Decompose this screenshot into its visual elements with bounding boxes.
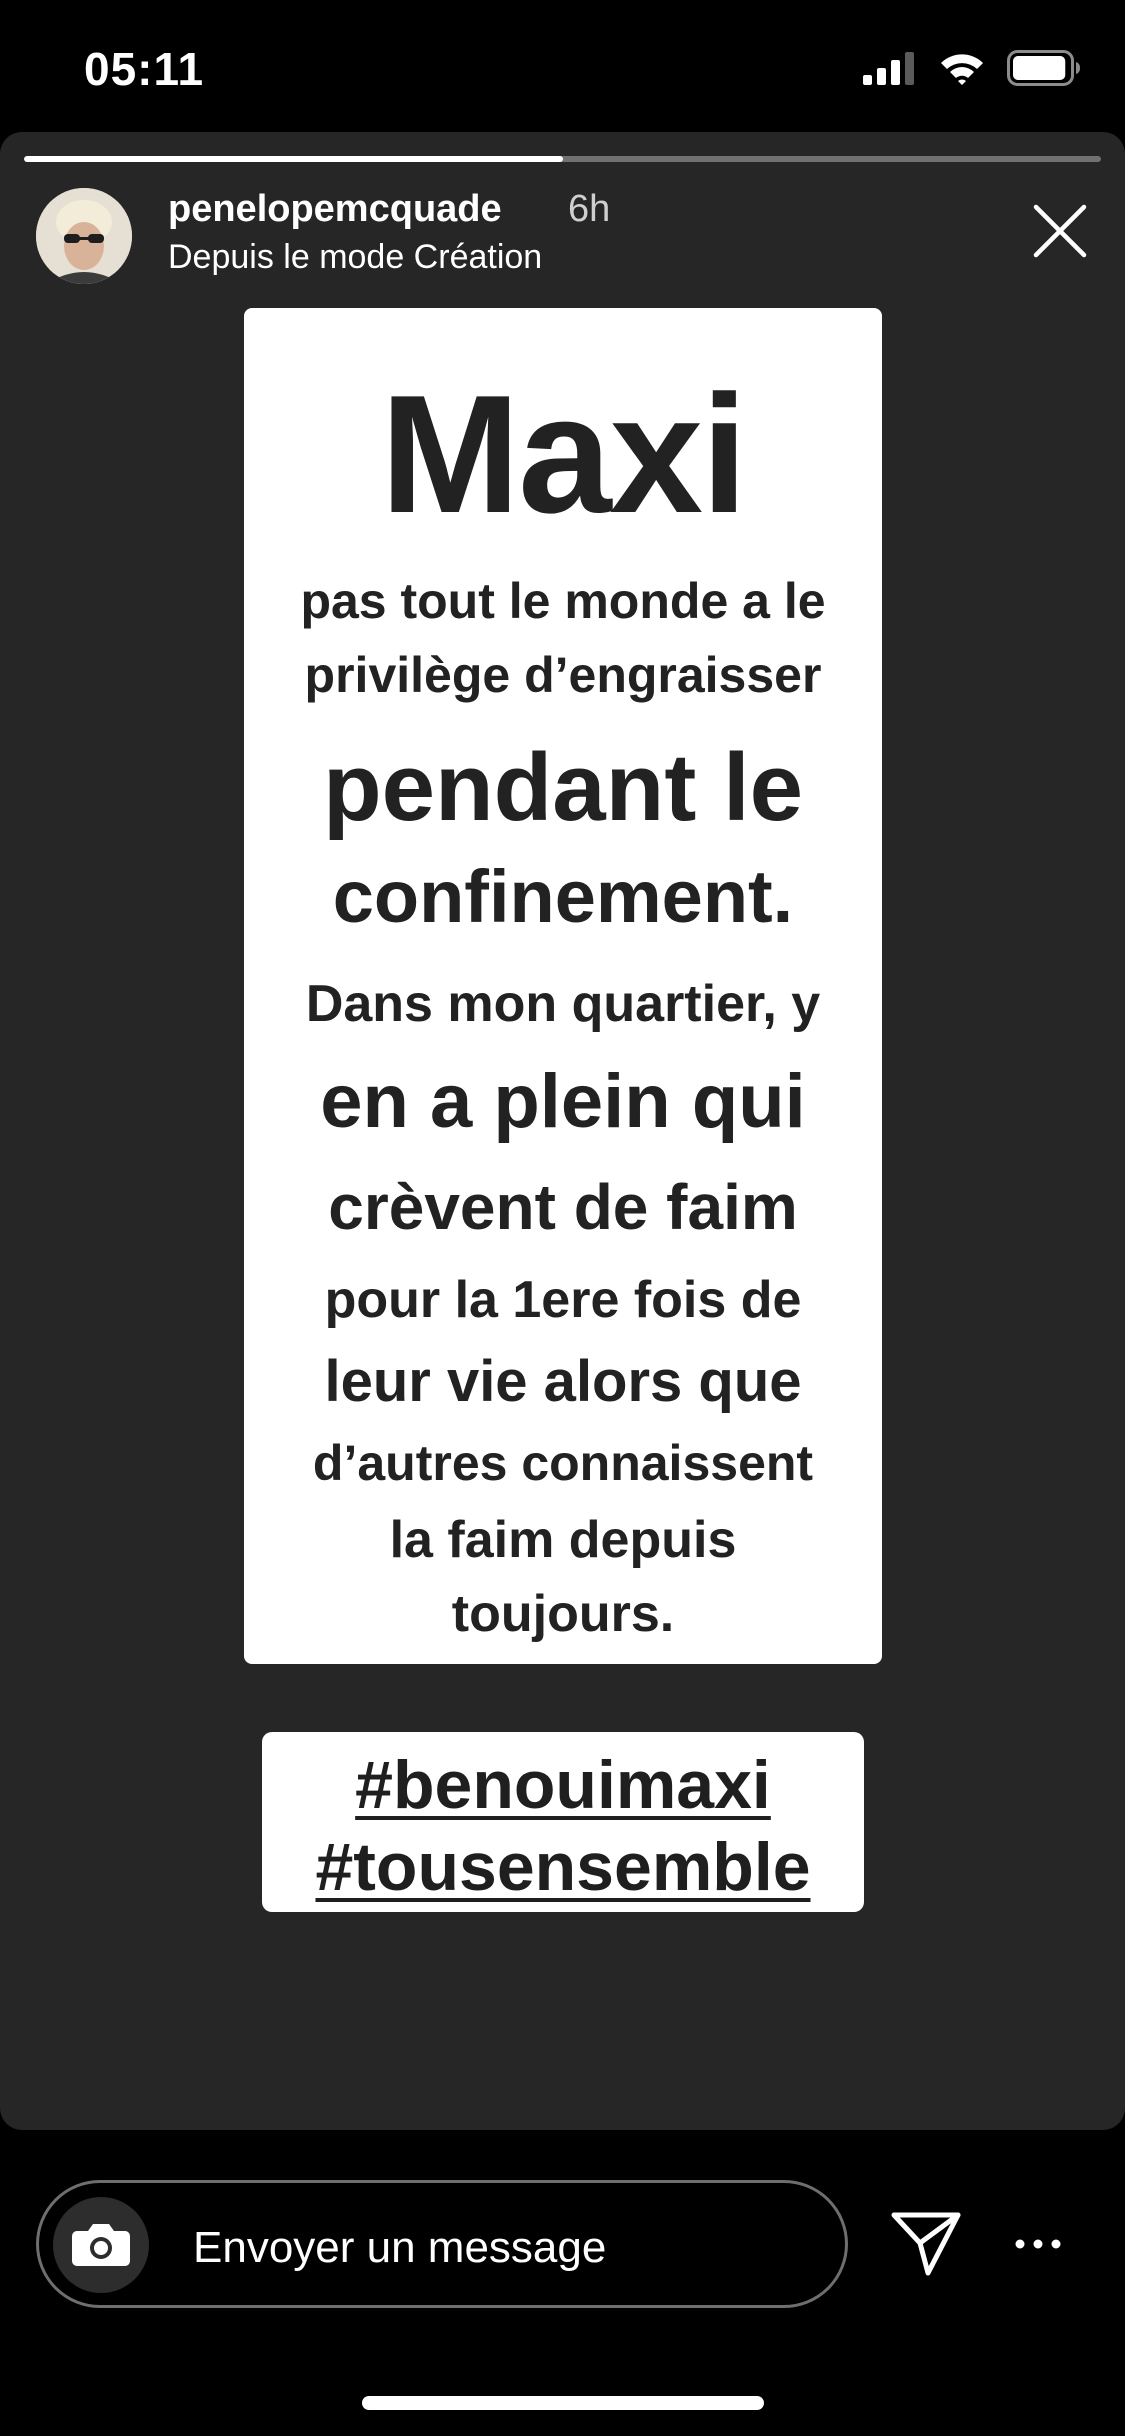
hashtag-sticker[interactable]: #benouimaxi #tousensemble (262, 1732, 864, 1912)
message-placeholder: Envoyer un message (193, 2223, 607, 2272)
send-button[interactable] (886, 2206, 966, 2286)
story-text-card: Maxi pas tout le monde a le privilège d’… (244, 308, 882, 1664)
close-button[interactable] (1025, 198, 1095, 268)
status-time: 05:11 (84, 43, 205, 95)
text-card-title: Maxi (380, 360, 748, 548)
text-card-line: pour la 1ere fois de (324, 1271, 802, 1329)
camera-button[interactable] (53, 2197, 149, 2293)
close-icon[interactable] (1032, 203, 1088, 264)
text-card-line: toujours. (451, 1585, 675, 1643)
cellular-signal-icon (863, 51, 917, 90)
camera-icon[interactable] (71, 2219, 131, 2272)
story-progress-fill (24, 156, 563, 162)
text-card-line: leur vie alors que (324, 1349, 802, 1414)
hashtag-link[interactable]: #benouimaxi (262, 1746, 864, 1824)
text-card-line: Dans mon quartier, y (305, 975, 821, 1033)
text-card-line: crèvent de faim (328, 1171, 798, 1243)
profile-avatar[interactable] (36, 188, 132, 284)
text-card-line: la faim depuis (389, 1511, 737, 1569)
text-card-line: pas tout le monde a le (300, 573, 826, 629)
more-options-button[interactable] (1000, 2220, 1076, 2272)
story-time-ago: 6h (568, 188, 611, 230)
text-card-line: d’autres connaissent (312, 1435, 814, 1491)
status-bar: 05:11 (0, 0, 1125, 132)
status-icons (863, 49, 1081, 91)
story-username[interactable]: penelopemcquade (168, 188, 502, 231)
battery-icon (1007, 49, 1081, 91)
message-input[interactable]: Envoyer un message (36, 2180, 848, 2308)
story-source-label[interactable]: Depuis le mode Création (168, 238, 542, 277)
text-card-line: en a plein qui (320, 1059, 806, 1144)
home-indicator[interactable] (362, 2396, 764, 2410)
story-viewer[interactable]: penelopemcquade 6h Depuis le mode Créati… (0, 132, 1125, 2130)
more-options-icon[interactable] (1014, 2237, 1062, 2255)
text-card-line: pendant le (322, 734, 804, 841)
hashtag-link[interactable]: #tousensemble (262, 1828, 864, 1906)
text-card-line: confinement. (332, 855, 794, 938)
story-progress-bar (24, 156, 1101, 162)
wifi-icon (939, 51, 985, 90)
text-card-line: privilège d’engraisser (304, 647, 822, 703)
send-icon[interactable] (890, 2209, 962, 2284)
